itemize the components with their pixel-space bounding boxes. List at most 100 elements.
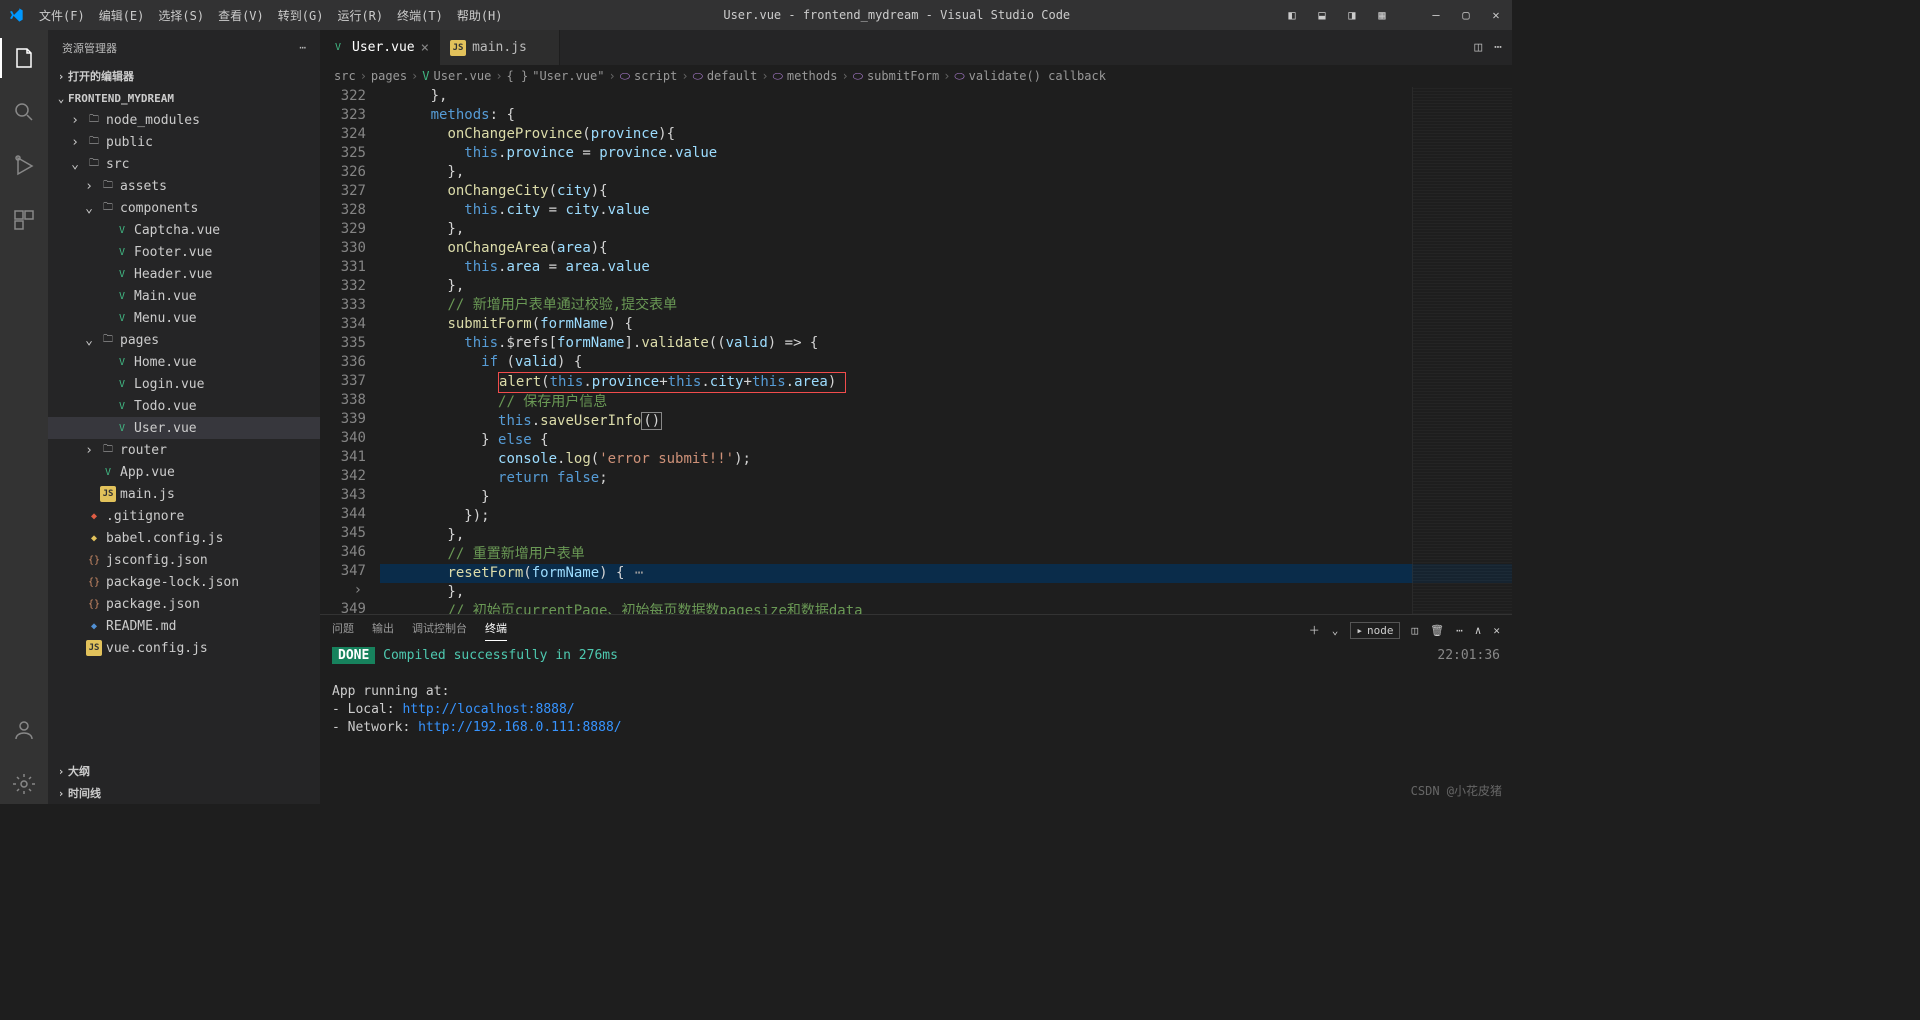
panel-tab-终端[interactable]: 终端 <box>485 620 507 641</box>
menu-转到(G)[interactable]: 转到(G) <box>271 7 331 24</box>
account-icon[interactable] <box>0 710 48 750</box>
code-area[interactable]: 322 323 324 325 326 327 328 329 330 331 … <box>320 87 1512 614</box>
close-icon[interactable]: ✕ <box>1488 8 1504 22</box>
split-terminal-icon[interactable]: ◫ <box>1412 624 1419 637</box>
breadcrumb-pages[interactable]: pages <box>371 69 407 83</box>
terminal-output[interactable]: 22:01:36 DONE Compiled successfully in 2… <box>320 645 1512 804</box>
menu-终端(T)[interactable]: 终端(T) <box>390 7 450 24</box>
tree-item-vue.config.js[interactable]: JSvue.config.js <box>48 637 320 659</box>
window-title: User.vue - frontend_mydream - Visual Stu… <box>510 8 1285 22</box>
tree-item-pages[interactable]: ⌄🗀pages <box>48 329 320 351</box>
section-timeline[interactable]: ›时间线 <box>48 782 320 804</box>
run-debug-icon[interactable] <box>0 146 48 186</box>
explorer-icon[interactable] <box>0 38 48 78</box>
tree-item-babel.config.js[interactable]: ◆babel.config.js <box>48 527 320 549</box>
tree-item-Home.vue[interactable]: VHome.vue <box>48 351 320 373</box>
menu-运行(R)[interactable]: 运行(R) <box>330 7 390 24</box>
tree-item-node_modules[interactable]: ›🗀node_modules <box>48 109 320 131</box>
tree-item-components[interactable]: ⌄🗀components <box>48 197 320 219</box>
maximize-icon[interactable]: ▢ <box>1458 8 1474 22</box>
bottom-panel: 问题输出调试控制台终端 ＋ ⌄ ▸node ◫ 🗑 ⋯ ∧ ✕ 22:01:36… <box>320 614 1512 804</box>
tree-item-.gitignore[interactable]: ◆.gitignore <box>48 505 320 527</box>
tree-item-Header.vue[interactable]: VHeader.vue <box>48 263 320 285</box>
code-content[interactable]: }, methods: { onChangeProvince(province)… <box>380 87 1512 614</box>
panel-tab-调试控制台[interactable]: 调试控制台 <box>412 620 467 640</box>
section-project[interactable]: ⌄FRONTEND_MYDREAM <box>48 87 320 109</box>
breadcrumb-validate() callback[interactable]: validate() callback <box>969 69 1106 83</box>
search-icon[interactable] <box>0 92 48 132</box>
split-editor-icon[interactable]: ◫ <box>1474 40 1482 55</box>
sidebar-header: 资源管理器 ⋯ <box>48 30 320 65</box>
minimize-icon[interactable]: — <box>1428 8 1444 22</box>
vscode-logo-icon <box>8 7 24 23</box>
minimap[interactable] <box>1412 87 1512 614</box>
tab-User.vue[interactable]: VUser.vue× <box>320 30 440 65</box>
breadcrumb-methods[interactable]: methods <box>787 69 838 83</box>
breadcrumb[interactable]: src›pages›VUser.vue›{ }"User.vue"›⬭scrip… <box>320 65 1512 87</box>
breadcrumb-script[interactable]: script <box>634 69 677 83</box>
tree-item-package.json[interactable]: {}package.json <box>48 593 320 615</box>
tree-item-Todo.vue[interactable]: VTodo.vue <box>48 395 320 417</box>
tree-item-Login.vue[interactable]: VLogin.vue <box>48 373 320 395</box>
breadcrumb-submitForm[interactable]: submitForm <box>867 69 939 83</box>
menu-文件(F)[interactable]: 文件(F) <box>32 7 92 24</box>
tree-item-package-lock.json[interactable]: {}package-lock.json <box>48 571 320 593</box>
tree-item-assets[interactable]: ›🗀assets <box>48 175 320 197</box>
breadcrumb-default[interactable]: default <box>707 69 758 83</box>
breadcrumb-User.vue[interactable]: User.vue <box>434 69 492 83</box>
tree-item-Menu.vue[interactable]: VMenu.vue <box>48 307 320 329</box>
tab-main.js[interactable]: JSmain.js <box>440 30 560 65</box>
maximize-panel-icon[interactable]: ∧ <box>1475 624 1482 637</box>
tab-close-icon[interactable]: × <box>421 40 429 56</box>
compile-message: Compiled successfully in 276ms <box>383 648 618 663</box>
menu-查看(V)[interactable]: 查看(V) <box>211 7 271 24</box>
tree-item-App.vue[interactable]: VApp.vue <box>48 461 320 483</box>
terminal-profile[interactable]: ▸node <box>1350 622 1399 639</box>
more-icon[interactable]: ⋯ <box>299 41 306 54</box>
section-open-editors[interactable]: ›打开的编辑器 <box>48 65 320 87</box>
more-icon[interactable]: ⋯ <box>1456 624 1463 637</box>
tree-item-Captcha.vue[interactable]: VCaptcha.vue <box>48 219 320 241</box>
layout-left-icon[interactable]: ◧ <box>1284 8 1300 22</box>
menu-帮助(H)[interactable]: 帮助(H) <box>450 7 510 24</box>
layout-grid-icon[interactable]: ▦ <box>1374 8 1390 22</box>
panel-tab-输出[interactable]: 输出 <box>372 620 394 640</box>
menu-选择(S)[interactable]: 选择(S) <box>151 7 211 24</box>
new-terminal-icon[interactable]: ＋ <box>1309 622 1320 638</box>
panel-tabs: 问题输出调试控制台终端 ＋ ⌄ ▸node ◫ 🗑 ⋯ ∧ ✕ <box>320 615 1512 645</box>
extensions-icon[interactable] <box>0 200 48 240</box>
tree-item-public[interactable]: ›🗀public <box>48 131 320 153</box>
layout-bottom-icon[interactable]: ⬓ <box>1314 8 1330 22</box>
breadcrumb-src[interactable]: src <box>334 69 356 83</box>
tree-item-jsconfig.json[interactable]: {}jsconfig.json <box>48 549 320 571</box>
panel-tab-问题[interactable]: 问题 <box>332 620 354 640</box>
terminal-timestamp: 22:01:36 <box>1437 647 1500 665</box>
settings-gear-icon[interactable] <box>0 764 48 804</box>
sidebar-title: 资源管理器 <box>62 40 117 56</box>
tree-item-README.md[interactable]: ◆README.md <box>48 615 320 637</box>
sidebar: 资源管理器 ⋯ ›打开的编辑器 ⌄FRONTEND_MYDREAM ›🗀node… <box>48 30 320 804</box>
layout-right-icon[interactable]: ◨ <box>1344 8 1360 22</box>
tree-item-User.vue[interactable]: VUser.vue <box>48 417 320 439</box>
kill-terminal-icon[interactable]: 🗑 <box>1430 624 1444 637</box>
line-gutter: 322 323 324 325 326 327 328 329 330 331 … <box>320 87 380 614</box>
editor-group: VUser.vue×JSmain.js ◫ ⋯ src›pages›VUser.… <box>320 30 1512 804</box>
tree-item-Footer.vue[interactable]: VFooter.vue <box>48 241 320 263</box>
watermark: CSDN @小花皮猪 <box>1411 782 1502 800</box>
network-url-link[interactable]: http://192.168.0.111:8888/ <box>418 720 622 735</box>
tree-item-main.js[interactable]: JSmain.js <box>48 483 320 505</box>
menu-编辑(E)[interactable]: 编辑(E) <box>92 7 152 24</box>
titlebar: 文件(F)编辑(E)选择(S)查看(V)转到(G)运行(R)终端(T)帮助(H)… <box>0 0 1512 30</box>
close-panel-icon[interactable]: ✕ <box>1493 624 1500 637</box>
tree-item-router[interactable]: ›🗀router <box>48 439 320 461</box>
section-outline[interactable]: ›大纲 <box>48 760 320 782</box>
tree-item-Main.vue[interactable]: VMain.vue <box>48 285 320 307</box>
terminal-dropdown-icon[interactable]: ⌄ <box>1332 624 1339 637</box>
breadcrumb-"User.vue"[interactable]: "User.vue" <box>532 69 604 83</box>
local-url-link[interactable]: http://localhost:8888/ <box>402 702 574 717</box>
file-tree: ›🗀node_modules›🗀public⌄🗀src›🗀assets⌄🗀com… <box>48 109 320 760</box>
tabs-actions: ◫ ⋯ <box>1464 30 1512 65</box>
app-running-label: App running at: <box>332 684 449 699</box>
tree-item-src[interactable]: ⌄🗀src <box>48 153 320 175</box>
more-icon[interactable]: ⋯ <box>1494 40 1502 55</box>
